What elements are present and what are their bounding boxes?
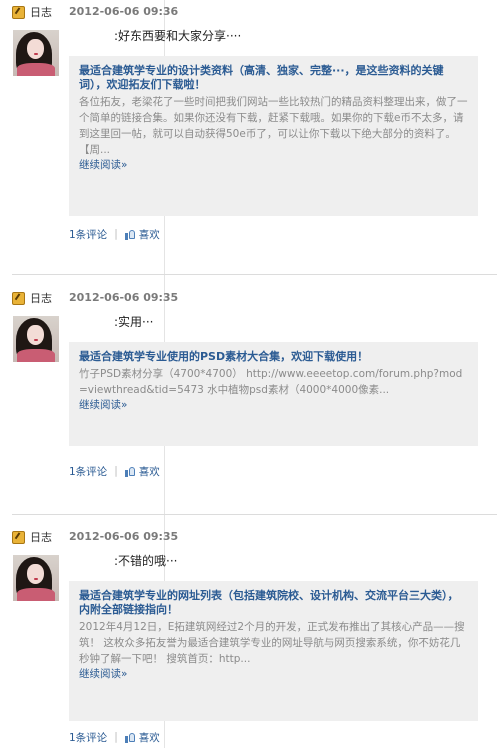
read-more-link[interactable]: 继续阅读» [79,667,468,681]
article-excerpt: 各位拓友，老梁花了一些时间把我们网站一些比较热门的精品资料整理出来，做了一个简单… [79,96,468,156]
type-label: 日志 [30,531,52,544]
thumbs-up-icon[interactable] [124,229,136,240]
type-label: 日志 [30,6,52,19]
type-label: 日志 [30,292,52,305]
article-title-link[interactable]: 最适合建筑学专业的网址列表（包括建筑院校、设计机构、交流平台三大类），内附全部链… [79,589,468,617]
item-type: 日志 [12,529,52,545]
post-date: 2012-06-06 09:35 [69,291,179,304]
article-excerpt: 竹子PSD素材分享（4700*4700） http://www.eeeetop.… [79,368,463,396]
read-more-link[interactable]: 继续阅读» [79,398,468,412]
avatar[interactable] [13,555,59,601]
divider [12,274,497,275]
like-button[interactable]: 喜欢 [139,227,160,242]
like-button[interactable]: 喜欢 [139,730,160,745]
separator: | [114,731,118,743]
shared-article-card: 最适合建筑学专业的网址列表（包括建筑院校、设计机构、交流平台三大类），内附全部链… [69,581,478,721]
item-actions: 1条评论 | 喜欢 [69,226,160,242]
journal-icon [12,5,25,19]
share-note: :实用··· [114,315,154,329]
item-actions: 1条评论 | 喜欢 [69,463,160,479]
like-button[interactable]: 喜欢 [139,464,160,479]
divider [12,514,497,515]
separator: | [114,228,118,240]
shared-article-card: 最适合建筑学专业的设计类资料（高清、独家、完整···，是这些资料的关键词），欢迎… [69,56,478,216]
journal-icon [12,291,25,305]
item-actions: 1条评论 | 喜欢 [69,729,160,745]
comment-count-link[interactable]: 1条评论 [69,227,107,242]
article-excerpt: 2012年4月12日，E拓建筑网经过2个月的开发，正式发布推出了其核心产品——搜… [79,621,465,665]
thumbs-up-icon[interactable] [124,466,136,477]
avatar[interactable] [13,316,59,362]
article-title-link[interactable]: 最适合建筑学专业使用的PSD素材大合集，欢迎下载使用！ [79,350,468,364]
item-type: 日志 [12,4,52,20]
read-more-link[interactable]: 继续阅读» [79,158,468,172]
comment-count-link[interactable]: 1条评论 [69,730,107,745]
shared-article-card: 最适合建筑学专业使用的PSD素材大合集，欢迎下载使用！ 竹子PSD素材分享（47… [69,342,478,446]
article-title-link[interactable]: 最适合建筑学专业的设计类资料（高清、独家、完整···，是这些资料的关键词），欢迎… [79,64,468,92]
item-type: 日志 [12,290,52,306]
post-date: 2012-06-06 09:36 [69,5,179,18]
journal-icon [12,530,25,544]
separator: | [114,465,118,477]
thumbs-up-icon[interactable] [124,732,136,743]
post-date: 2012-06-06 09:35 [69,530,179,543]
share-note: :不错的哦··· [114,554,178,568]
avatar[interactable] [13,30,59,76]
share-note: :好东西要和大家分享···· [114,29,242,43]
comment-count-link[interactable]: 1条评论 [69,464,107,479]
